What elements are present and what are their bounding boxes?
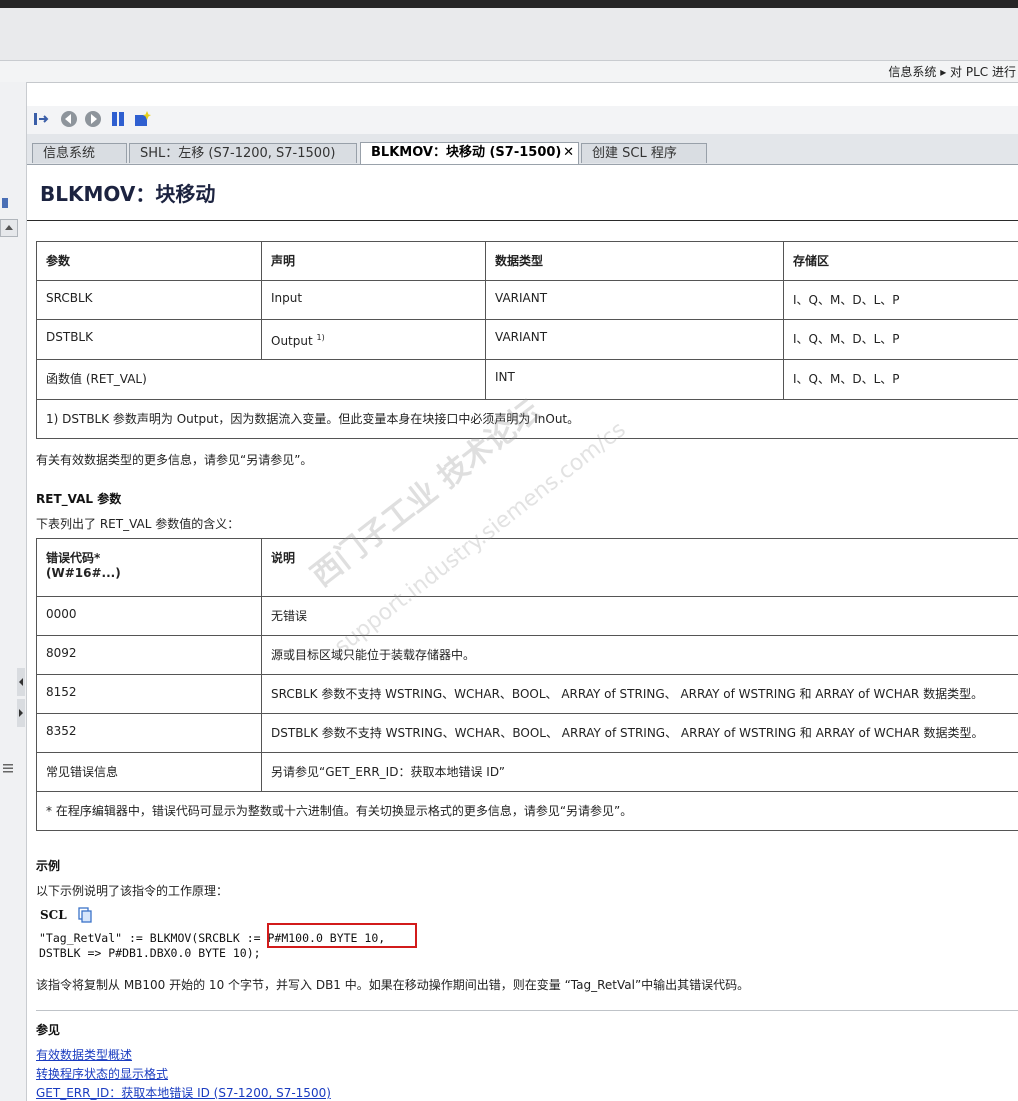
forward-icon[interactable] [84, 110, 102, 128]
cell-code: 8152 [36, 674, 262, 714]
scroll-up-icon[interactable] [0, 219, 18, 237]
section-divider [36, 1010, 1018, 1011]
expand-right-icon[interactable] [17, 699, 25, 727]
cell-declaration: Output 1) [261, 319, 486, 360]
see-also-link[interactable]: 转换程序状态的显示格式 [36, 1065, 168, 1082]
tab-label: BLKMOV：块移动 (S7-1500) [371, 145, 562, 160]
cell-description: 另请参见“GET_ERR_ID：获取本地错误 ID” [261, 752, 1018, 792]
table-row: 常见错误信息 另请参见“GET_ERR_ID：获取本地错误 ID” [36, 752, 1018, 792]
cell-code: 8092 [36, 635, 262, 675]
retval-intro: 下表列出了 RET_VAL 参数值的含义： [36, 517, 240, 531]
table-footnote: * 在程序编辑器中，错误代码可显示为整数或十六进制值。有关切换显示格式的更多信息… [36, 791, 1018, 831]
footnote-marker: 1) [316, 333, 325, 342]
tab-label: 创建 SCL 程序 [592, 146, 677, 161]
cell-param: SRCBLK [36, 280, 262, 320]
tab-label: SHL：左移 (S7-1200, S7-1500) [140, 146, 336, 161]
more-info-text: 有关有效数据类型的更多信息，请参见“另请参见”。 [36, 453, 313, 467]
example-heading: 示例 [36, 859, 61, 873]
cell-declaration: Input [261, 280, 486, 320]
table-row: DSTBLK Output 1) VARIANT I、Q、M、D、L、P [36, 319, 1018, 360]
left-collapse-strip [0, 82, 27, 1101]
page-title: BLKMOV：块移动 [40, 182, 216, 206]
cell-description: 源或目标区域只能位于装载存储器中。 [261, 635, 1018, 675]
cell-memory-area: I、Q、M、D、L、P [783, 280, 1018, 320]
tab-info-system[interactable]: 信息系统 [32, 143, 127, 163]
tab-label: 信息系统 [43, 146, 96, 161]
header-declaration: 声明 [261, 241, 486, 281]
cell-code: 8352 [36, 713, 262, 753]
pin-icon[interactable] [0, 196, 16, 210]
table-footnote-row: * 在程序编辑器中，错误代码可显示为整数或十六进制值。有关切换显示格式的更多信息… [36, 791, 1018, 831]
ribbon-area [0, 8, 1018, 61]
error-code-table: 错误代码* (W#16#...) 说明 0000 无错误 8092 源或目标区域只… [36, 538, 1018, 831]
tab-shl[interactable]: SHL：左移 (S7-1200, S7-1500) [129, 143, 357, 163]
header-memory-area: 存储区 [783, 241, 1018, 281]
tab-create-scl[interactable]: 创建 SCL 程序 [581, 143, 707, 163]
header-error-code: 错误代码* (W#16#...) [36, 538, 262, 597]
example-intro: 以下示例说明了该指令的工作原理： [36, 884, 229, 898]
example-description: 该指令将复制从 MB100 开始的 10 个字节，并写入 DB1 中。如果在移动… [36, 978, 750, 992]
close-icon[interactable]: ✕ [563, 143, 574, 163]
cell-description: DSTBLK 参数不支持 WSTRING、WCHAR、BOOL、 ARRAY o… [261, 713, 1018, 753]
code-line-2: DSTBLK => P#DB1.DBX0.0 BYTE 10); [39, 946, 261, 960]
table-row: 8352 DSTBLK 参数不支持 WSTRING、WCHAR、BOOL、 AR… [36, 713, 1018, 753]
header-error-code-line2: (W#16#...) [46, 566, 121, 580]
cell-code: 0000 [36, 596, 262, 636]
cell-param: 函数值 (RET_VAL) [36, 359, 486, 400]
header-error-code-line1: 错误代码* [46, 551, 101, 565]
cell-datatype: VARIANT [485, 280, 784, 320]
back-icon[interactable] [60, 110, 78, 128]
table-row: SRCBLK Input VARIANT I、Q、M、D、L、P [36, 280, 1018, 320]
highlight-box [267, 923, 417, 948]
cell-memory-area: I、Q、M、D、L、P [783, 319, 1018, 360]
declaration-text: Output [271, 334, 313, 348]
retval-heading: RET_VAL 参数 [36, 492, 122, 506]
cell-datatype: VARIANT [485, 319, 784, 360]
bookmark-icon[interactable] [109, 110, 127, 128]
header-param: 参数 [36, 241, 262, 281]
table-row: 0000 无错误 [36, 596, 1018, 636]
tab-blkmov[interactable]: BLKMOV：块移动 (S7-1500) ✕ [360, 142, 579, 164]
new-window-icon[interactable] [133, 110, 151, 128]
copy-icon[interactable] [77, 907, 93, 923]
cell-code: 常见错误信息 [36, 752, 262, 792]
table-row: 8092 源或目标区域只能位于装载存储器中。 [36, 635, 1018, 675]
cell-description: SRCBLK 参数不支持 WSTRING、WCHAR、BOOL、 ARRAY o… [261, 674, 1018, 714]
help-toolbar [27, 106, 1018, 135]
cell-memory-area: I、Q、M、D、L、P [783, 359, 1018, 400]
cell-param: DSTBLK [36, 319, 262, 360]
see-also-link[interactable]: GET_ERR_ID：获取本地错误 ID (S7-1200, S7-1500) [36, 1084, 331, 1101]
header-datatype: 数据类型 [485, 241, 784, 281]
scl-label: SCL [40, 908, 67, 922]
table-row: 8152 SRCBLK 参数不支持 WSTRING、WCHAR、BOOL、 AR… [36, 674, 1018, 714]
collapse-left-icon[interactable] [17, 668, 25, 696]
table-row: 函数值 (RET_VAL) INT I、Q、M、D、L、P [36, 359, 1018, 400]
breadcrumb-bar [0, 61, 1018, 83]
title-bar [0, 0, 1018, 8]
sync-icon[interactable] [32, 110, 50, 128]
tab-bar: 信息系统 SHL：左移 (S7-1200, S7-1500) BLKMOV：块移… [27, 134, 1018, 165]
see-also-heading: 参见 [36, 1023, 61, 1037]
cell-datatype: INT [485, 359, 784, 400]
title-divider [27, 220, 1018, 221]
see-also-link[interactable]: 有效数据类型概述 [36, 1046, 132, 1063]
grip-icon[interactable] [3, 762, 13, 773]
breadcrumb[interactable]: 信息系统 ▸ 对 PLC 进行 [888, 63, 1016, 80]
